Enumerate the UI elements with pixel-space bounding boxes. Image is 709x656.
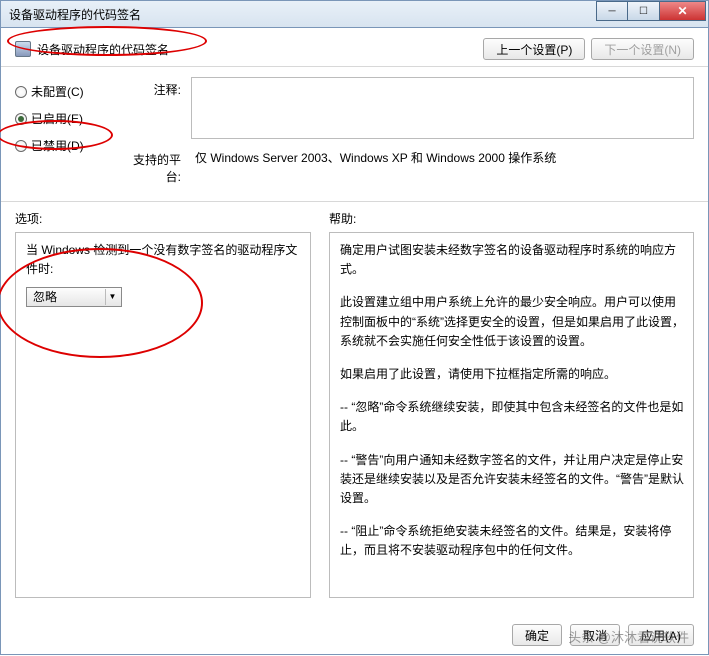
- help-text: -- “阻止”命令系统拒绝安装未经签名的文件。结果是，安装将停止，而且将不安装驱…: [340, 522, 687, 560]
- header-row: 设备驱动程序的代码签名 上一个设置(P) 下一个设置(N): [15, 38, 694, 60]
- comment-row: 注释:: [123, 77, 694, 139]
- config-area: 未配置(C) 已启用(E) 已禁用(D) 注释: 支持的平台: 仅 Window…: [15, 77, 694, 193]
- next-setting-button: 下一个设置(N): [591, 38, 694, 60]
- chevron-down-icon: ▼: [105, 289, 119, 305]
- footer-buttons: 确定 取消 应用(A): [512, 624, 694, 646]
- maximize-button[interactable]: ☐: [628, 1, 660, 21]
- options-panel: 当 Windows 检测到一个没有数字签名的驱动程序文件时: 忽略 ▼: [15, 232, 311, 598]
- radio-icon: [15, 140, 27, 152]
- prev-setting-button[interactable]: 上一个设置(P): [483, 38, 585, 60]
- response-dropdown[interactable]: 忽略 ▼: [26, 287, 122, 307]
- radio-enabled[interactable]: 已启用(E): [15, 110, 105, 127]
- help-label: 帮助:: [329, 210, 694, 228]
- comment-label: 注释:: [123, 77, 181, 98]
- options-prompt: 当 Windows 检测到一个没有数字签名的驱动程序文件时:: [26, 241, 300, 279]
- help-text: 此设置建立组中用户系统上允许的最少安全响应。用户可以使用控制面板中的“系统”选择…: [340, 293, 687, 351]
- radio-group: 未配置(C) 已启用(E) 已禁用(D): [15, 77, 105, 193]
- help-column: 帮助: 确定用户试图安装未经数字签名的设备驱动程序时系统的响应方式。 此设置建立…: [329, 210, 694, 598]
- radio-icon: [15, 86, 27, 98]
- radio-label: 已启用(E): [31, 110, 83, 127]
- radio-disabled[interactable]: 已禁用(D): [15, 137, 105, 154]
- lower-area: 选项: 当 Windows 检测到一个没有数字签名的驱动程序文件时: 忽略 ▼ …: [15, 210, 694, 598]
- help-text: -- “忽略”命令系统继续安装，即使其中包含未经签名的文件也是如此。: [340, 398, 687, 436]
- divider: [1, 201, 708, 202]
- help-text: 确定用户试图安装未经数字签名的设备驱动程序时系统的响应方式。: [340, 241, 687, 279]
- radio-unconfigured[interactable]: 未配置(C): [15, 83, 105, 100]
- options-label: 选项:: [15, 210, 311, 228]
- window-body: 设备驱动程序的代码签名 上一个设置(P) 下一个设置(N) 未配置(C) 已启用…: [0, 28, 709, 655]
- radio-label: 未配置(C): [31, 83, 84, 100]
- titlebar: 设备驱动程序的代码签名 ─ ☐ ✕: [0, 0, 709, 28]
- page-title: 设备驱动程序的代码签名: [37, 41, 169, 58]
- apply-button[interactable]: 应用(A): [628, 624, 694, 646]
- help-text: 如果启用了此设置，请使用下拉框指定所需的响应。: [340, 365, 687, 384]
- combo-value: 忽略: [33, 288, 57, 307]
- divider: [1, 66, 708, 67]
- options-column: 选项: 当 Windows 检测到一个没有数字签名的驱动程序文件时: 忽略 ▼: [15, 210, 311, 598]
- radio-label: 已禁用(D): [31, 137, 84, 154]
- minimize-button[interactable]: ─: [596, 1, 628, 21]
- ok-button[interactable]: 确定: [512, 624, 562, 646]
- platform-text: 仅 Windows Server 2003、Windows XP 和 Windo…: [191, 147, 694, 170]
- help-panel[interactable]: 确定用户试图安装未经数字签名的设备驱动程序时系统的响应方式。 此设置建立组中用户…: [329, 232, 694, 598]
- radio-icon: [15, 113, 27, 125]
- window-title: 设备驱动程序的代码签名: [1, 6, 149, 23]
- window-controls: ─ ☐ ✕: [596, 1, 706, 21]
- platform-label: 支持的平台:: [123, 147, 181, 185]
- fields-column: 注释: 支持的平台: 仅 Windows Server 2003、Windows…: [123, 77, 694, 193]
- nav-buttons: 上一个设置(P) 下一个设置(N): [483, 38, 694, 60]
- comment-input[interactable]: [191, 77, 694, 139]
- platform-row: 支持的平台: 仅 Windows Server 2003、Windows XP …: [123, 147, 694, 185]
- header-left: 设备驱动程序的代码签名: [15, 41, 169, 58]
- cancel-button[interactable]: 取消: [570, 624, 620, 646]
- help-text: -- “警告”向用户通知未经数字签名的文件，并让用户决定是停止安装还是继续安装以…: [340, 451, 687, 509]
- close-button[interactable]: ✕: [660, 1, 706, 21]
- policy-icon: [15, 41, 31, 57]
